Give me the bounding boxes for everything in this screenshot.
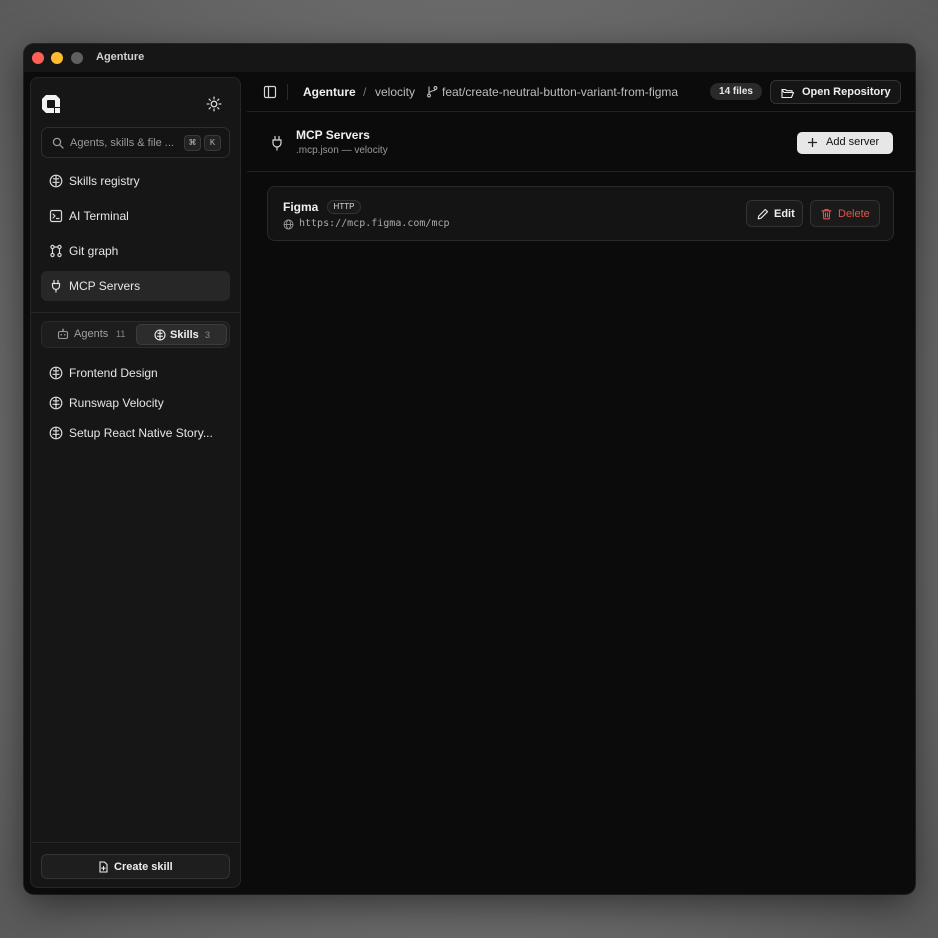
open-repository-label: Open Repository [802, 86, 891, 98]
zoom-window-button[interactable] [71, 52, 83, 64]
add-server-label: Add server [826, 136, 880, 148]
breadcrumb-app[interactable]: Agenture [303, 85, 356, 99]
sidebar-item-git-graph[interactable]: Git graph [41, 236, 230, 266]
sidebar-item-label: Skills registry [69, 174, 140, 188]
plug-icon [51, 279, 61, 293]
window-title: Agenture [96, 51, 145, 63]
minimize-window-button[interactable] [51, 52, 63, 64]
tab-agents[interactable]: Agents 11 [44, 324, 133, 345]
tab-skills[interactable]: Skills 3 [136, 324, 227, 345]
breadcrumb-separator: / [363, 85, 367, 99]
changed-files-badge[interactable]: 14 files [710, 83, 762, 100]
globe-icon [283, 219, 294, 230]
skill-label: Runswap Velocity [69, 396, 164, 410]
agents-skills-switcher: Agents 11 Skills 3 [41, 321, 230, 348]
close-window-button[interactable] [32, 52, 44, 64]
title-bar: Agenture [24, 44, 915, 72]
skill-label: Setup React Native Story... [69, 426, 213, 440]
delete-server-button[interactable]: Delete [810, 200, 880, 227]
app-window: Agenture Agents, skills & file ... ⌘ K S… [24, 44, 915, 894]
edit-server-button[interactable]: Edit [746, 200, 803, 227]
plug-icon [272, 135, 282, 151]
sidebar-item-label: AI Terminal [69, 209, 129, 223]
brain-icon [49, 396, 63, 410]
pencil-icon [757, 208, 769, 220]
agenture-logo-icon [42, 95, 60, 113]
create-skill-button[interactable]: Create skill [41, 854, 230, 879]
breadcrumb-repo[interactable]: velocity [375, 85, 415, 99]
page-subtitle: .mcp.json — velocity [296, 145, 388, 156]
page-title: MCP Servers [296, 128, 370, 142]
server-card: Figma HTTP https://mcp.figma.com/mcp Edi… [267, 186, 894, 241]
shortcut-cmd-key: ⌘ [184, 135, 201, 151]
open-repository-button[interactable]: Open Repository [770, 80, 901, 104]
skills-count: 3 [205, 330, 211, 340]
agents-count: 11 [116, 329, 126, 339]
file-plus-icon [99, 861, 108, 873]
list-item[interactable]: Setup React Native Story... [41, 420, 230, 446]
sun-icon[interactable] [206, 96, 222, 112]
sidebar: Agents, skills & file ... ⌘ K Skills reg… [30, 77, 241, 888]
delete-label: Delete [838, 208, 870, 220]
breadcrumb-branch[interactable]: feat/create-neutral-button-variant-from-… [442, 85, 678, 99]
add-server-button[interactable]: Add server [797, 132, 893, 154]
brain-icon [49, 366, 63, 380]
sidebar-divider [31, 842, 240, 843]
search-placeholder[interactable]: Agents, skills & file ... [70, 137, 174, 149]
brain-icon [49, 174, 63, 188]
list-item[interactable]: Frontend Design [41, 360, 230, 386]
plus-icon [807, 137, 818, 148]
brain-icon [154, 329, 166, 341]
create-skill-label: Create skill [114, 861, 173, 873]
folder-open-icon [781, 88, 794, 99]
terminal-icon [49, 209, 63, 223]
edit-label: Edit [774, 208, 795, 220]
search-icon [52, 137, 64, 149]
sidebar-item-mcp-servers[interactable]: MCP Servers [41, 271, 230, 301]
transport-badge: HTTP [327, 200, 361, 214]
shortcut-k-key: K [204, 135, 221, 151]
search-box[interactable]: Agents, skills & file ... ⌘ K [41, 127, 230, 158]
git-graph-icon [50, 244, 62, 258]
server-url: https://mcp.figma.com/mcp [299, 218, 450, 229]
top-bar: Agenture / velocity feat/create-neutral-… [247, 72, 915, 112]
divider [287, 84, 288, 100]
tab-skills-label: Skills [170, 329, 199, 341]
page-header: MCP Servers .mcp.json — velocity Add ser… [247, 113, 915, 172]
trash-icon [821, 208, 832, 220]
git-branch-icon [427, 86, 438, 98]
sidebar-toggle-icon[interactable] [263, 85, 277, 99]
sidebar-item-label: Git graph [69, 244, 119, 258]
skill-label: Frontend Design [69, 366, 158, 380]
sidebar-divider [31, 312, 240, 313]
sidebar-item-skills-registry[interactable]: Skills registry [41, 166, 230, 196]
list-item[interactable]: Runswap Velocity [41, 390, 230, 416]
server-name: Figma [283, 200, 319, 214]
sidebar-item-ai-terminal[interactable]: AI Terminal [41, 201, 230, 231]
bot-icon [57, 328, 69, 340]
brain-icon [49, 426, 63, 440]
tab-agents-label: Agents [74, 328, 109, 340]
sidebar-item-label: MCP Servers [69, 279, 141, 293]
